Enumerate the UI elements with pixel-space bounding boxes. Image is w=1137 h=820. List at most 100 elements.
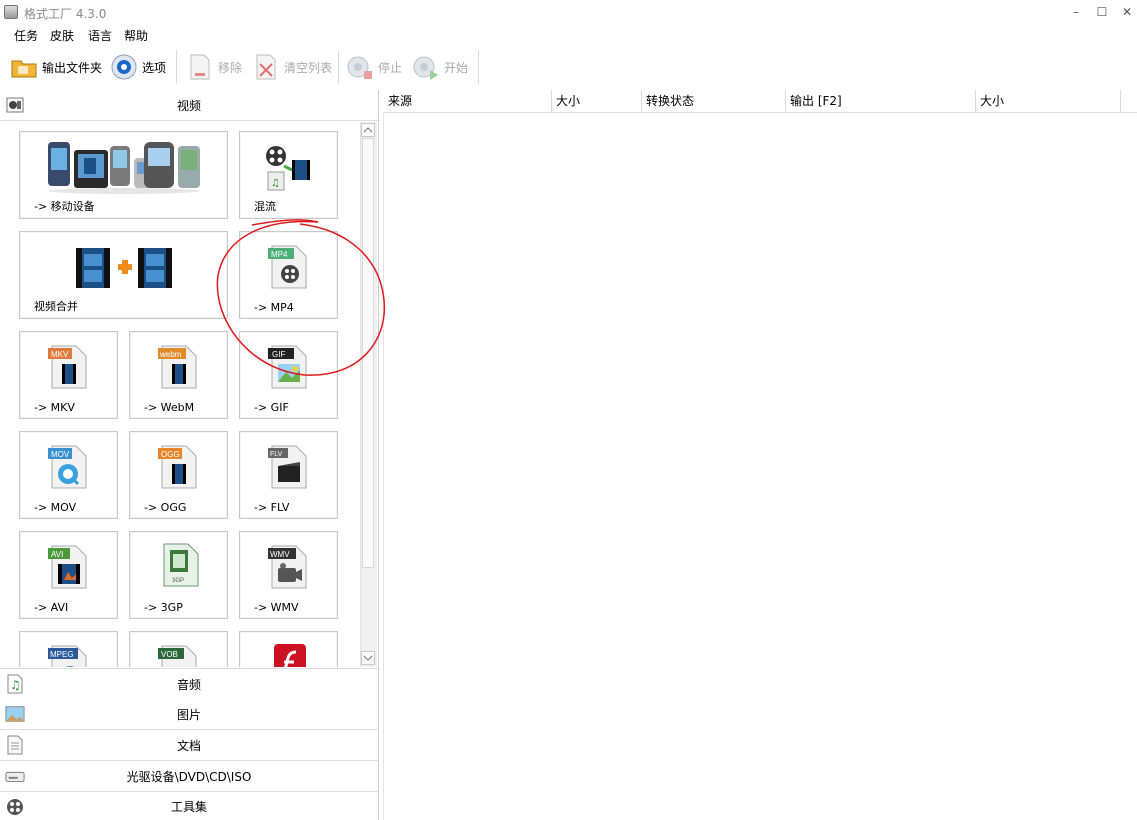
category-video-label: 视频 [176,98,201,113]
wmv-file-icon: WMV [268,545,307,589]
tools-category-icon [5,797,25,817]
column-output[interactable]: 输出 [F2] [786,90,976,112]
tile-mobile-device-label: -> 移动设备 [34,200,95,213]
tile-video-join[interactable]: 视频合并 [19,231,228,319]
mobile-devices-icon [48,142,200,194]
menu-skin[interactable]: 皮肤 [50,27,74,44]
scroll-up-arrow-icon[interactable] [361,123,375,137]
image-category-icon [5,704,25,724]
tile-wmv-label: -> WMV [254,601,299,614]
tile-avi[interactable]: AVI -> AVI [19,531,118,619]
column-source[interactable]: 来源 [384,90,552,112]
audio-category-icon: ♫ [5,674,25,694]
minimize-button[interactable]: – [1066,4,1086,20]
category-tools[interactable]: 工具集 [0,792,378,820]
svg-text:GIF: GIF [272,350,285,359]
options-label: 选项 [142,60,167,75]
category-tools-label: 工具集 [170,799,207,814]
start-button[interactable]: 开始 [412,50,468,84]
output-folder-label: 输出文件夹 [42,60,103,75]
table-left-border [383,112,384,820]
svg-text:3GP: 3GP [172,578,184,584]
remove-button[interactable]: 移除 [186,50,242,84]
tile-mov[interactable]: MOV -> MOV [19,431,118,519]
tile-3gp-label: -> 3GP [144,601,183,614]
category-video[interactable]: 视频 [0,90,378,121]
column-size[interactable]: 大小 [552,90,642,112]
maximize-button[interactable]: ☐ [1092,4,1112,20]
tile-wmv[interactable]: WMV -> WMV [239,531,338,619]
remove-icon [186,53,214,81]
category-audio[interactable]: ♫ 音频 [0,668,378,700]
disc-drive-icon [5,766,25,786]
category-image[interactable]: 图片 [0,699,378,730]
category-document[interactable]: 文档 [0,730,378,761]
tile-flv-label: -> FLV [254,501,290,514]
tile-mobile-device[interactable]: -> 移动设备 [19,131,228,219]
tile-mkv-label: -> MKV [34,401,75,414]
tile-webm-label: -> WebM [144,401,195,414]
close-button[interactable]: ✕ [1117,4,1137,20]
stop-button[interactable]: 停止 [346,50,402,84]
video-category-icon [5,95,25,115]
3gp-file-icon: 3GP [163,543,199,587]
mpeg-file-icon: MPEG [48,645,87,667]
clear-list-label: 清空列表 [284,60,333,75]
tile-ogg-label: -> OGG [144,501,187,514]
tile-swf[interactable] [239,631,338,667]
svg-text:AVI: AVI [51,550,63,559]
tile-avi-label: -> AVI [34,601,69,614]
vob-file-icon: VOB [158,645,197,667]
tile-3gp[interactable]: 3GP -> 3GP [129,531,228,619]
remove-label: 移除 [218,60,243,75]
svg-text:♫: ♫ [271,178,280,189]
tile-mpeg[interactable]: MPEG [19,631,118,667]
video-join-icon [76,248,172,288]
scroll-down-arrow-icon[interactable] [361,651,375,665]
start-label: 开始 [444,60,469,75]
start-icon [412,53,440,81]
menu-language[interactable]: 语言 [88,27,112,44]
svg-text:VOB: VOB [161,650,178,659]
menu-task[interactable]: 任务 [14,27,38,44]
toolbar-separator [176,50,177,84]
tile-mux[interactable]: ♫ 混流 [239,131,338,219]
video-tool-grid: -> 移动设备 ♫ 混流 视频合并 MP4 -> MP4 MKV -> MKV … [0,121,360,667]
tile-vob[interactable]: VOB [129,631,228,667]
title-bar: 格式工厂 4.3.0 – ☐ ✕ [0,0,1137,24]
svg-text:MKV: MKV [51,350,69,359]
tile-mov-label: -> MOV [34,501,77,514]
tile-mkv[interactable]: MKV -> MKV [19,331,118,419]
stop-label: 停止 [378,60,403,75]
column-status[interactable]: 转换状态 [642,90,786,112]
scrollbar-thumb[interactable] [362,138,374,568]
document-category-icon [5,735,25,755]
gif-file-icon: GIF [268,345,307,389]
mov-file-icon: MOV [48,445,87,489]
category-image-label: 图片 [176,707,201,722]
svg-text:MP4: MP4 [271,250,288,259]
clear-list-button[interactable]: 清空列表 [252,50,332,84]
column-output-size[interactable]: 大小 [976,90,1121,112]
svg-text:♫: ♫ [10,678,21,692]
category-document-label: 文档 [176,738,201,753]
category-disc[interactable]: 光驱设备\DVD\CD\ISO [0,761,378,792]
options-icon [110,53,138,81]
tile-mp4[interactable]: MP4 -> MP4 [239,231,338,319]
tile-flv[interactable]: FLV -> FLV [239,431,338,519]
toolbar-separator-3 [478,50,479,84]
task-table-header: 来源 大小 转换状态 输出 [F2] 大小 [384,90,1137,113]
tile-mp4-label: -> MP4 [254,301,294,314]
tile-ogg[interactable]: OGG -> OGG [129,431,228,519]
flash-file-icon [274,644,306,667]
webm-file-icon: webm [158,345,197,389]
tile-webm[interactable]: webm -> WebM [129,331,228,419]
svg-text:MOV: MOV [51,450,70,459]
menu-help[interactable]: 帮助 [124,27,148,44]
window-title: 格式工厂 4.3.0 [24,7,107,21]
options-button[interactable]: 选项 [110,50,166,84]
tile-gif[interactable]: GIF -> GIF [239,331,338,419]
category-audio-label: 音频 [176,677,201,692]
mp4-file-icon: MP4 [268,245,307,289]
output-folder-button[interactable]: 输出文件夹 [10,50,102,84]
